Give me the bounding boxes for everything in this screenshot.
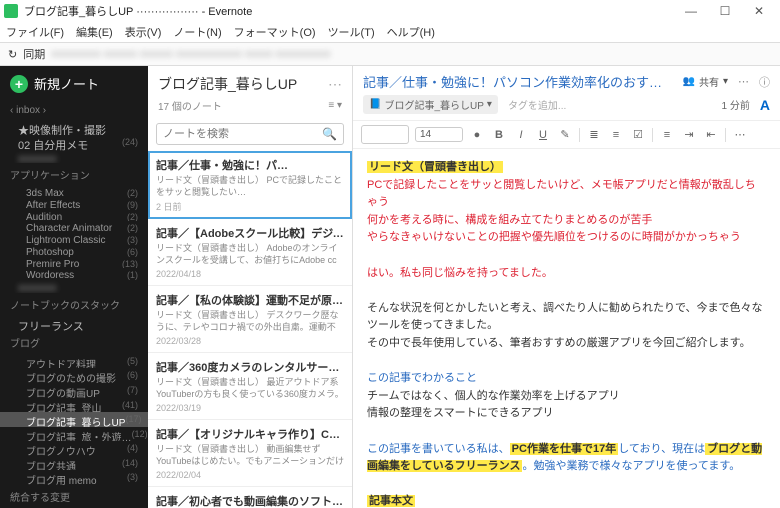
note-item-title: 記事／仕事・勉強に！パ… (156, 157, 344, 173)
more-format-button[interactable]: ⋯ (732, 128, 748, 141)
notelist-title: ブログ記事_暮らしUP (158, 74, 297, 94)
note-body[interactable]: リード文（冒頭書き出し） PCで記録したことをサッと閲覧したいけど、メモ帳アプリ… (353, 149, 780, 508)
note-item-date: 2 日前 (156, 200, 344, 213)
sidebar-item-freelance[interactable]: フリーランス (0, 316, 148, 331)
sidebar-item-memo[interactable]: 02 自分用メモ(24) (0, 135, 148, 150)
notelist-search-input[interactable] (163, 128, 322, 140)
sidebar-item-blogmtn[interactable]: ブログ記事_登山(41) (0, 398, 148, 413)
sidebar-item-pr[interactable]: Premire Pro(13) (0, 257, 148, 269)
font-color-indicator[interactable]: A (760, 97, 770, 113)
sidebar-merge-header[interactable]: 統合する変更 (0, 485, 148, 508)
sidebar-item-blur[interactable]: xxxxxxx (0, 151, 148, 163)
note-item[interactable]: 記事／【オリジナルキャラ作り】Character … リード文（冒頭書き出し） … (148, 420, 352, 487)
checkbox-button[interactable]: ☑ (630, 128, 646, 141)
plus-icon: + (10, 75, 28, 93)
sidebar-item-ae[interactable]: After Effects(9) (0, 198, 148, 210)
window-maximize[interactable]: ☐ (708, 4, 742, 18)
menu-view[interactable]: 表示(V) (125, 24, 162, 40)
updated-time: 1 分前 (722, 97, 750, 112)
sidebar-item-3dsmax[interactable]: 3ds Max(2) (0, 186, 148, 198)
sidebar-inbox-header[interactable]: ‹ inbox › (0, 101, 148, 120)
menu-note[interactable]: ノート(N) (173, 24, 221, 40)
sidebar-item-wp[interactable]: Wordoress(1) (0, 268, 148, 280)
note-item-snippet: リード文（冒頭書き出し） PCで記録したことをサッと閲覧したい… (156, 175, 344, 198)
notebook-chip[interactable]: 📘 ブログ記事_暮らしUP ▾ (363, 95, 498, 114)
sidebar-blog-header[interactable]: ブログ (0, 331, 148, 354)
app-icon (4, 4, 18, 18)
sidebar-apps-header[interactable]: アプリケーション (0, 163, 148, 186)
sidebar-item-outdoor[interactable]: アウトドア料理(5) (0, 354, 148, 369)
titlebar: ブログ記事_暮らしUP ················· - Evernote… (0, 0, 780, 22)
sidebar-item-cha[interactable]: Character Animator(2) (0, 221, 148, 233)
color-picker[interactable]: ● (469, 129, 485, 141)
menu-file[interactable]: ファイル(F) (6, 24, 64, 40)
sidebar-item-video[interactable]: ★映像制作・撮影 (0, 120, 148, 135)
note-title[interactable]: 記事／仕事・勉強に！パソコン作業効率化のおすすめアプリ4選【ス (363, 72, 673, 91)
note-list: ブログ記事_暮らしUP ⋯ 17 個のノート ≡ ▾ 🔍 記事／仕事・勉強に！パ… (148, 66, 353, 508)
sidebar-item-blogphoto[interactable]: ブログのための撮影(6) (0, 368, 148, 383)
highlight-button[interactable]: ✎ (557, 128, 573, 141)
note-item[interactable]: 記事／【私の体験談】運動不足が原因?!… リード文（冒頭書き出し） デスクワーク… (148, 286, 352, 353)
sidebar-item-blogmemo[interactable]: ブログ用 memo(3) (0, 470, 148, 485)
sidebar: + 新規ノート ‹ inbox › ★映像制作・撮影 02 自分用メモ(24) … (0, 66, 148, 508)
menu-edit[interactable]: 編集(E) (76, 24, 113, 40)
lead-heading: リード文（冒頭書き出し） (367, 161, 503, 173)
tag-input[interactable]: タグを追加... (508, 97, 566, 112)
sidebar-item-blogcommon[interactable]: ブログ共通(14) (0, 456, 148, 471)
font-family-select[interactable] (361, 125, 409, 144)
note-item[interactable]: 記事／360度カメラのレンタルサービス比… リード文（冒頭書き出し） 最近アウト… (148, 353, 352, 420)
new-note-label: 新規ノート (34, 74, 99, 93)
syncbar: ↻ 同期 xxxxxxxxx xxxxxx xxxxxx xxxxxxxxxxx… (0, 42, 780, 66)
note-item[interactable]: 記事／初心者でも動画編集のソフトはAd… リード文（冒頭書き出し） さあ動画編集… (148, 487, 352, 508)
sidebar-item-blur2[interactable]: xxxxxxx (0, 280, 148, 292)
share-button[interactable]: 👥 共有 ▾ (683, 74, 728, 89)
menu-tools[interactable]: ツール(T) (328, 24, 375, 40)
outdent-button[interactable]: ⇤ (703, 128, 719, 141)
menubar: ファイル(F) 編集(E) 表示(V) ノート(N) フォーマット(O) ツール… (0, 22, 780, 42)
italic-button[interactable]: I (513, 129, 529, 141)
window-minimize[interactable]: — (674, 4, 708, 18)
more-icon[interactable]: ⋯ (738, 75, 749, 88)
sync-icon[interactable]: ↻ (8, 48, 17, 61)
sidebar-item-audition[interactable]: Audition(2) (0, 210, 148, 222)
note-item[interactable]: 記事／仕事・勉強に！パ… リード文（冒頭書き出し） PCで記録したことをサッと閲… (148, 151, 352, 219)
window-title: ブログ記事_暮らしUP ················· - Evernote (24, 3, 674, 19)
note-item[interactable]: 記事／【Adobeスクール比較】デジハリと… リード文（冒頭書き出し） Adob… (148, 219, 352, 286)
notelist-menu-icon[interactable]: ⋯ (328, 76, 342, 93)
menu-help[interactable]: ヘルプ(H) (387, 24, 435, 40)
sidebar-item-ps[interactable]: Photoshop(6) (0, 245, 148, 257)
bullet-list-button[interactable]: ≣ (586, 128, 602, 141)
menu-format[interactable]: フォーマット(O) (234, 24, 316, 40)
sidebar-item-blogknowhow[interactable]: ブログノウハウ(4) (0, 441, 148, 456)
sidebar-item-blogkurashi[interactable]: ブログ記事_暮らしUP(17) (0, 412, 148, 427)
format-toolbar: 14 ● B I U ✎ ≣ ≡ ☑ ≡ ⇥ ⇤ ⋯ (353, 120, 780, 149)
notelist-count: 17 個のノート (158, 98, 222, 113)
align-button[interactable]: ≡ (659, 129, 675, 141)
sort-icon[interactable]: ≡ ▾ (328, 100, 342, 111)
sidebar-item-lrc[interactable]: Lightroom Classic(3) (0, 233, 148, 245)
underline-button[interactable]: U (535, 129, 551, 141)
indent-button[interactable]: ⇥ (681, 128, 697, 141)
info-icon[interactable]: ⓘ (759, 74, 770, 90)
sidebar-stack-header[interactable]: ノートブックのスタック (0, 293, 148, 316)
font-size-select[interactable]: 14 (415, 127, 463, 142)
search-icon: 🔍 (322, 127, 337, 141)
body-heading: 記事本文 (367, 495, 415, 507)
editor: 記事／仕事・勉強に！パソコン作業効率化のおすすめアプリ4選【ス 👥 共有 ▾ ⋯… (353, 66, 780, 508)
notelist-search[interactable]: 🔍 (156, 123, 344, 145)
bold-button[interactable]: B (491, 129, 507, 141)
sync-label[interactable]: 同期 (23, 46, 45, 62)
window-close[interactable]: ✕ (742, 4, 776, 18)
number-list-button[interactable]: ≡ (608, 129, 624, 141)
new-note-button[interactable]: + 新規ノート (0, 66, 148, 101)
sidebar-item-blogvideo[interactable]: ブログの動画UP(7) (0, 383, 148, 398)
sidebar-item-blogtravel[interactable]: ブログ記事_旅・外遊…(12) (0, 427, 148, 442)
sync-status-blur: xxxxxxxxx xxxxxx xxxxxx xxxxxxxxxxxx xxx… (51, 48, 772, 60)
